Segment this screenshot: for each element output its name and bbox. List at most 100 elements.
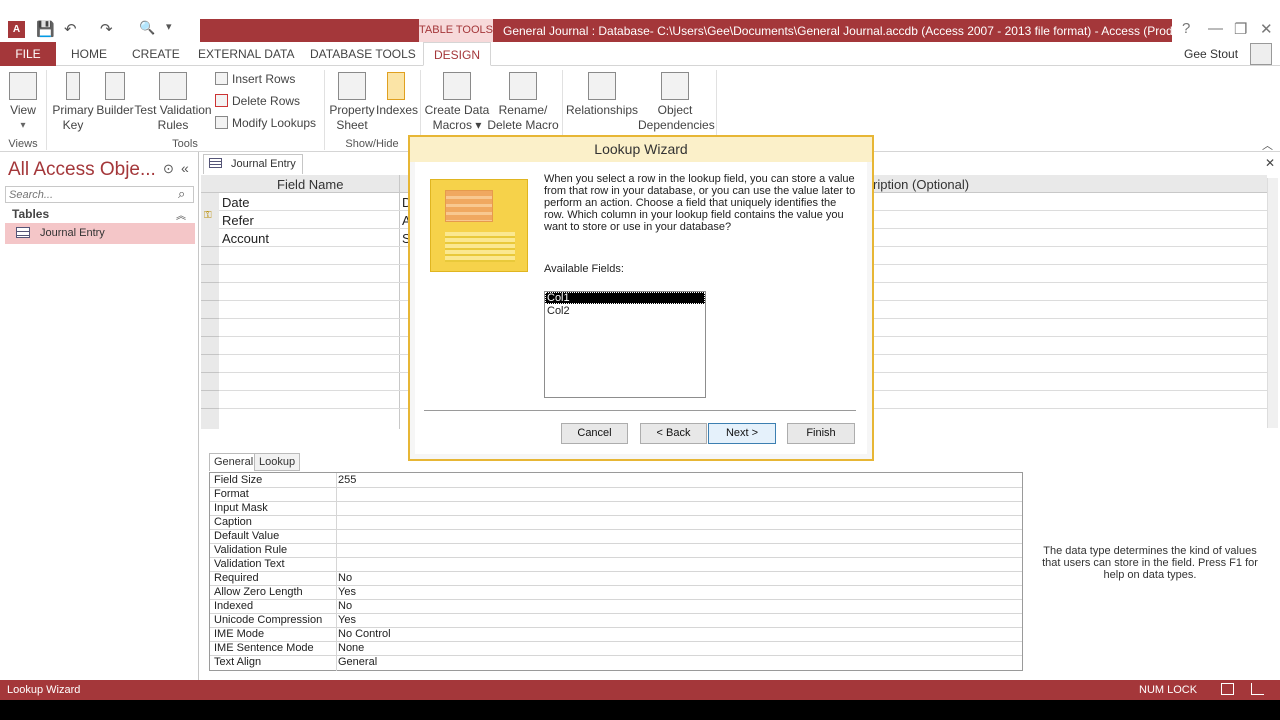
insert-rows-label: Insert Rows [232,72,296,86]
property-value[interactable]: None [338,642,364,654]
property-row-indexed[interactable]: Indexed No [210,600,1022,614]
property-value[interactable]: No [338,600,352,612]
status-bar [0,680,1280,700]
nav-section-tables[interactable]: Tables [12,207,49,221]
minimize-button[interactable]: — [1208,20,1223,37]
test-validation-icon [159,72,187,100]
row-selector-line [201,390,219,391]
builder-button[interactable]: Builder [95,72,135,118]
field-name-header[interactable]: Field Name [277,177,343,192]
property-row-field-size[interactable]: Field Size 255 [210,474,1022,488]
avatar[interactable] [1250,43,1272,65]
relationships-button[interactable]: Relationships [566,72,638,118]
property-row-ime-sentence-mode[interactable]: IME Sentence Mode None [210,642,1022,656]
field-name-cell[interactable]: Date [222,195,249,210]
modify-lookups-label: Modify Lookups [232,116,317,130]
access-app-icon[interactable]: A [8,21,25,38]
property-value[interactable]: General [338,656,377,668]
status-text: Lookup Wizard [7,684,81,696]
row-selector-column[interactable] [201,193,219,429]
view-dropdown-icon: ▾ [20,120,26,131]
nav-collapse-icon[interactable]: « [181,160,189,176]
user-name[interactable]: Gee Stout [1184,47,1238,61]
section-collapse-icon[interactable]: ︽ [176,207,186,222]
field-name-cell[interactable]: Refer [222,213,254,228]
collapse-ribbon-icon[interactable]: ︿ [1262,137,1273,153]
design-view-icon[interactable] [1251,683,1264,695]
table-icon [16,227,30,238]
rename-delete-macro-button[interactable]: Rename/ Delete Macro [487,72,559,133]
property-sheet-label: Property [329,103,375,117]
property-row-input-mask[interactable]: Input Mask [210,502,1022,516]
property-row-allow-zero-length[interactable]: Allow Zero Length Yes [210,586,1022,600]
close-button[interactable]: ✕ [1260,20,1273,38]
create-data-macros-button[interactable]: Create Data Macros ▾ [424,72,490,133]
property-row-default-value[interactable]: Default Value [210,530,1022,544]
primary-key-label: Primary [52,103,94,117]
property-row-unicode-compression[interactable]: Unicode Compression Yes [210,614,1022,628]
property-name: Input Mask [214,502,268,514]
qat-customize-icon[interactable]: ▾ [166,20,172,33]
datasheet-view-icon[interactable] [1221,683,1234,695]
tab-design[interactable]: DESIGN [423,42,491,66]
builder-icon [105,72,125,100]
list-item[interactable]: Col2 [545,305,705,317]
property-row-format[interactable]: Format [210,488,1022,502]
field-name-cell[interactable]: Account [222,231,269,246]
object-dependencies-button[interactable]: Object Dependencies [638,72,715,133]
nav-pane-title[interactable]: All Access Obje... [8,159,156,181]
test-validation-rules-button[interactable]: Test Validation Rules [134,72,212,133]
list-item[interactable]: Col1 [545,292,705,304]
property-value[interactable]: Yes [338,586,356,598]
undo-icon[interactable]: ↶ [64,20,77,38]
tab-external-data[interactable]: EXTERNAL DATA [187,42,305,66]
design-grid-scrollbar[interactable] [1267,178,1278,428]
property-row-caption[interactable]: Caption [210,516,1022,530]
help-icon[interactable]: ? [1182,20,1190,37]
document-tab-label: Journal Entry [231,158,296,170]
back-button[interactable]: < Back [640,423,707,444]
property-value[interactable]: No Control [338,628,391,640]
modify-lookups-button[interactable]: Modify Lookups [215,116,316,130]
view-button[interactable]: View ▾ [4,72,42,133]
restore-button[interactable]: ❐ [1234,20,1247,38]
property-row-validation-rule[interactable]: Validation Rule [210,544,1022,558]
tab-lookup[interactable]: Lookup [254,453,301,471]
primary-key-button[interactable]: Primary Key [50,72,96,133]
insert-rows-button[interactable]: Insert Rows [215,72,295,86]
cancel-button[interactable]: Cancel [561,423,628,444]
tab-create[interactable]: CREATE [121,42,191,66]
tab-home[interactable]: HOME [60,42,118,66]
dependencies-icon [661,72,689,100]
tab-general[interactable]: General [209,453,259,471]
property-value[interactable]: Yes [338,614,356,626]
property-row-ime-mode[interactable]: IME Mode No Control [210,628,1022,642]
description-header[interactable]: ription (Optional) [873,177,969,192]
property-sheet-button[interactable]: Property Sheet [328,72,376,133]
table-tools-context-label: TABLE TOOLS [419,19,493,42]
property-row-validation-text[interactable]: Validation Text [210,558,1022,572]
property-name: Validation Text [214,558,285,570]
indexes-button[interactable]: Indexes [376,72,418,118]
property-name: IME Mode [214,628,265,640]
document-close-icon[interactable]: ✕ [1265,156,1275,170]
nav-menu-icon[interactable]: ⊙ [163,161,174,177]
property-value[interactable]: 255 [338,474,356,486]
property-row-required[interactable]: Required No [210,572,1022,586]
relationships-icon [588,72,616,100]
property-name: Validation Rule [214,544,288,556]
property-row-text-align[interactable]: Text Align General [210,656,1022,670]
finish-button[interactable]: Finish [787,423,855,444]
redo-icon[interactable]: ↷ [100,20,113,38]
macro-icon [443,72,471,100]
nav-item-label: Journal Entry [40,227,105,239]
search-icon[interactable]: ⌕ [178,186,185,202]
save-icon[interactable]: 💾 [36,20,55,38]
print-preview-icon[interactable]: 🔍 [139,20,155,36]
next-button[interactable]: Next > [708,423,776,444]
tab-file[interactable]: FILE [0,42,56,66]
tab-database-tools[interactable]: DATABASE TOOLS [299,42,427,66]
property-value[interactable]: No [338,572,352,584]
delete-rows-button[interactable]: Delete Rows [215,94,300,108]
nav-search-input[interactable] [5,186,194,203]
